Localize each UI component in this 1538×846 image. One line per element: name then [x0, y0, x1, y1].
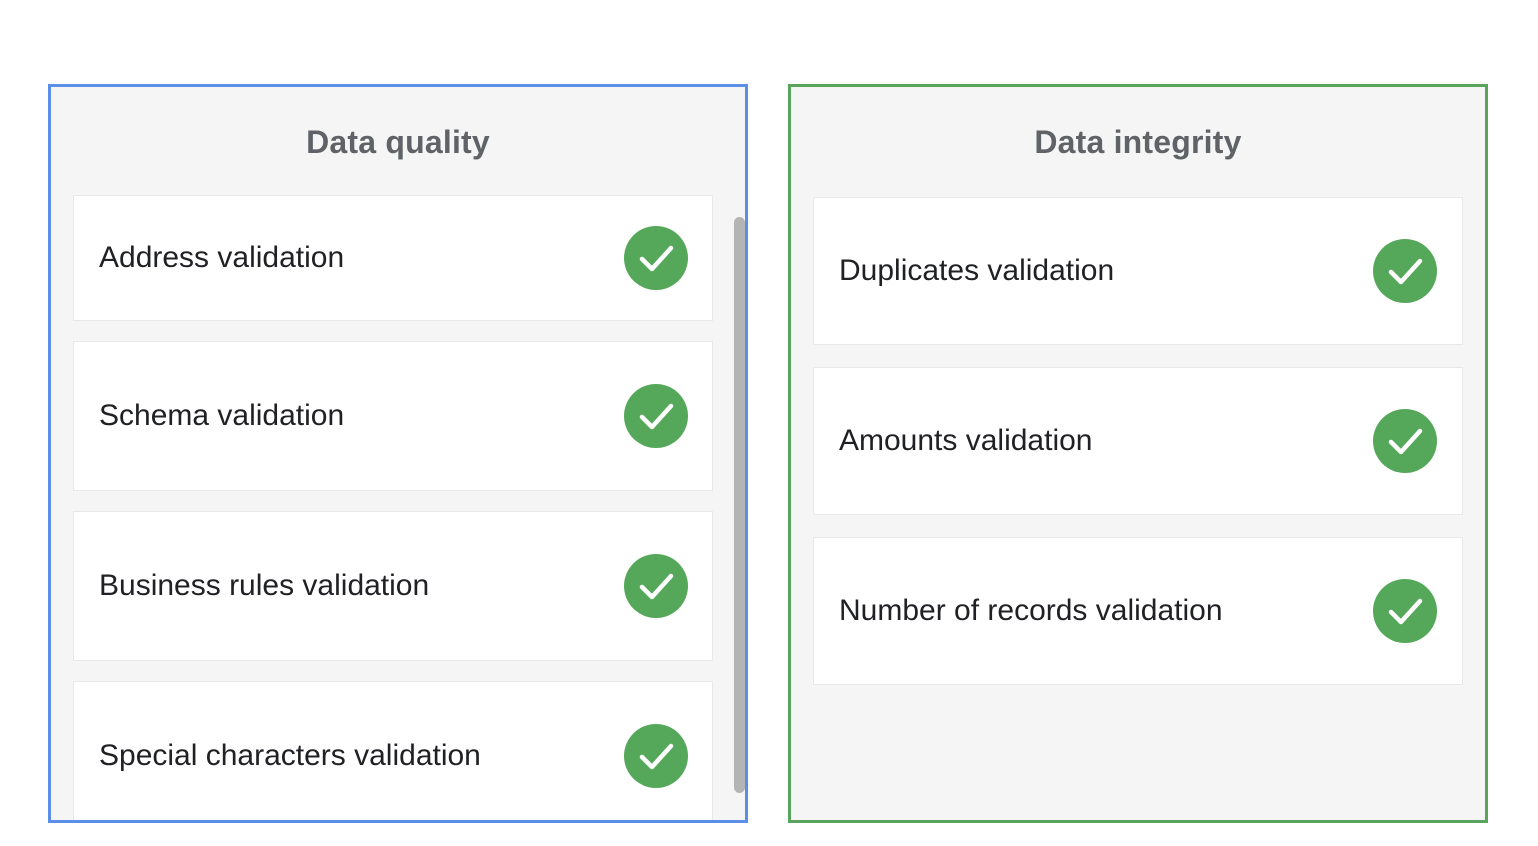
check-circle-icon: [624, 554, 688, 618]
list-item-amounts-validation[interactable]: Amounts validation: [813, 367, 1463, 515]
check-circle-icon: [1373, 409, 1437, 473]
check-circle-icon: [1373, 579, 1437, 643]
check-circle-icon: [1373, 239, 1437, 303]
scrollbar-thumb[interactable]: [734, 217, 745, 793]
list-item-business-rules-validation[interactable]: Business rules validation: [73, 511, 713, 661]
list-item-label: Address validation: [99, 241, 345, 274]
list-item-label: Schema validation: [99, 399, 345, 432]
data-integrity-panel: Data integrity Duplicates validation Amo…: [788, 84, 1488, 823]
list-item-label: Number of records validation: [839, 594, 1223, 627]
list-item-duplicates-validation[interactable]: Duplicates validation: [813, 197, 1463, 345]
list-item-number-of-records-validation[interactable]: Number of records validation: [813, 537, 1463, 685]
list-item-special-characters-validation[interactable]: Special characters validation: [73, 681, 713, 820]
list-item-label: Special characters validation: [99, 739, 481, 772]
list-item-address-validation[interactable]: Address validation: [73, 195, 713, 321]
data-integrity-title: Data integrity: [1034, 124, 1242, 160]
data-quality-title: Data quality: [306, 124, 490, 160]
list-item-label: Amounts validation: [839, 424, 1093, 457]
list-item-label: Duplicates validation: [839, 254, 1115, 287]
list-item-label: Business rules validation: [99, 569, 430, 602]
check-circle-icon: [624, 384, 688, 448]
check-circle-icon: [624, 226, 688, 290]
data-quality-panel: Data quality Address validation Schema v…: [48, 84, 748, 823]
check-circle-icon: [624, 724, 688, 788]
list-item-schema-validation[interactable]: Schema validation: [73, 341, 713, 491]
